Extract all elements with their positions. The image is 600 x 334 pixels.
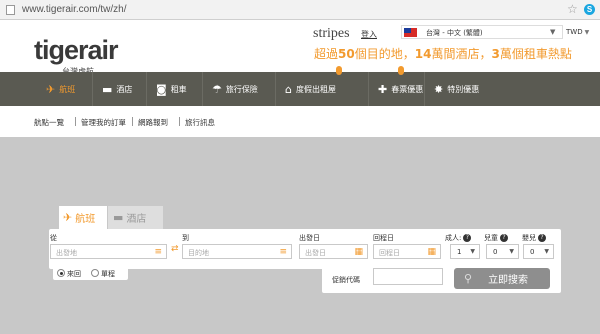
help-icon[interactable]: ?: [463, 234, 472, 242]
chevron-down-icon: ▼: [470, 248, 475, 255]
site-header: tigerair 台灣虎航 stripes 登入 台灣 - 中文 (繁體) ▼ …: [0, 20, 600, 76]
sub-nav: 航點一覽 管理我的訂單 網路報到 旅行訊息: [0, 106, 600, 137]
subnav-item-destinations[interactable]: 航點一覽: [34, 117, 64, 128]
swap-arrows-icon[interactable]: ⇄: [171, 244, 179, 254]
bed-icon: ▬: [113, 211, 124, 224]
chevron-down-icon: ▼: [584, 29, 590, 36]
umbrella-icon: ☂: [212, 82, 222, 96]
help-icon[interactable]: ?: [538, 234, 546, 242]
subnav-item-manage-booking[interactable]: 管理我的訂單: [81, 117, 126, 128]
tigerair-logo[interactable]: tigerair: [34, 36, 119, 64]
slogan: 超過50個目的地，14萬間酒店，3萬個租車熱點: [314, 47, 572, 61]
depart-label: 出發日: [299, 234, 320, 242]
nav-item-car-rental[interactable]: ◙ 租車: [156, 72, 187, 106]
chevron-down-icon: ▼: [550, 28, 556, 36]
promo-code-label: 促銷代碼: [332, 276, 360, 284]
house-icon: ⌂: [285, 82, 292, 96]
nav-item-flights[interactable]: ✈ 航班: [46, 72, 75, 106]
nav-item-special-offers[interactable]: ✸ 特別優惠: [434, 72, 479, 106]
promo-code-input[interactable]: [373, 268, 443, 285]
airplane-icon: ✈: [46, 82, 56, 96]
calendar-icon[interactable]: ▦: [354, 247, 363, 257]
list-icon[interactable]: ≡: [154, 247, 162, 257]
to-label: 到: [182, 234, 189, 242]
skype-icon[interactable]: S: [584, 4, 595, 15]
children-select[interactable]: 0 ▼: [486, 244, 519, 259]
calendar-icon[interactable]: ▦: [427, 247, 436, 257]
search-button[interactable]: ⚲ 立即搜索: [454, 268, 550, 289]
one-way-label: 單程: [101, 270, 115, 278]
subnav-item-travel-info[interactable]: 旅行訊息: [185, 117, 215, 128]
currency-value: TWD: [566, 28, 583, 36]
browser-address-bar[interactable]: www.tigerair.com/tw/zh/ ☆ S: [0, 0, 600, 20]
infants-label: 嬰兒?: [522, 233, 546, 243]
star-icon: ✸: [434, 82, 444, 96]
car-icon: ◙: [156, 82, 167, 96]
round-trip-radio[interactable]: [57, 269, 65, 277]
nav-item-spring-deals[interactable]: ✚ 春票優惠: [378, 72, 423, 106]
infants-select[interactable]: 0 ▼: [523, 244, 554, 259]
from-field[interactable]: 出發地 ≡: [50, 244, 167, 259]
trip-type-group-oneway: 單程: [88, 266, 128, 280]
chevron-down-icon: ▼: [544, 248, 549, 255]
language-value: 台灣 - 中文 (繁體): [426, 29, 483, 37]
currency-select[interactable]: TWD ▼: [566, 28, 589, 36]
new-badge-icon: [398, 66, 404, 75]
adults-label: 成人:?: [445, 233, 472, 243]
bookmark-star-icon[interactable]: ☆: [567, 2, 578, 16]
return-date-field[interactable]: 回程日 ▦: [373, 244, 441, 259]
tab-hotels[interactable]: ▬ 酒店: [108, 206, 163, 229]
nav-item-hotels[interactable]: ▬ 酒店: [102, 72, 132, 106]
page-icon: [6, 5, 15, 15]
to-field[interactable]: 目的地 ≡: [182, 244, 292, 259]
help-icon[interactable]: ?: [500, 234, 508, 242]
taiwan-flag-icon: [404, 28, 417, 37]
depart-date-field[interactable]: 出發日 ▦: [299, 244, 368, 259]
nav-item-vacation-rentals[interactable]: ⌂ 度假出租屋: [285, 72, 336, 106]
adults-select[interactable]: 1 ▼: [450, 244, 480, 259]
new-badge-icon: [336, 66, 342, 75]
login-link[interactable]: 登入: [361, 29, 377, 40]
list-icon[interactable]: ≡: [279, 247, 287, 257]
children-label: 兒童?: [484, 233, 508, 243]
return-label: 回程日: [373, 234, 394, 242]
nav-item-insurance[interactable]: ☂ 旅行保險: [212, 72, 258, 106]
bed-icon: ▬: [102, 82, 113, 96]
one-way-radio[interactable]: [91, 269, 99, 277]
url-text[interactable]: www.tigerair.com/tw/zh/: [22, 3, 126, 17]
stripes-logo[interactable]: stripes: [313, 26, 350, 42]
ticket-icon: ✚: [378, 82, 388, 96]
main-nav: ✈ 航班 ▬ 酒店 ◙ 租車 ☂ 旅行保險 ⌂ 度假出租屋 ✚ 春票優惠 ✸ 特別優惠: [0, 66, 600, 106]
from-label: 從: [50, 234, 57, 242]
subnav-item-web-checkin[interactable]: 網路報到: [138, 117, 168, 128]
language-select[interactable]: 台灣 - 中文 (繁體) ▼: [401, 25, 563, 39]
chevron-down-icon: ▼: [509, 248, 514, 255]
tab-flights[interactable]: ✈ 航班: [59, 206, 107, 229]
round-trip-label: 來回: [67, 270, 81, 278]
airplane-icon: ✈: [63, 211, 73, 224]
search-icon: ⚲: [464, 272, 473, 285]
